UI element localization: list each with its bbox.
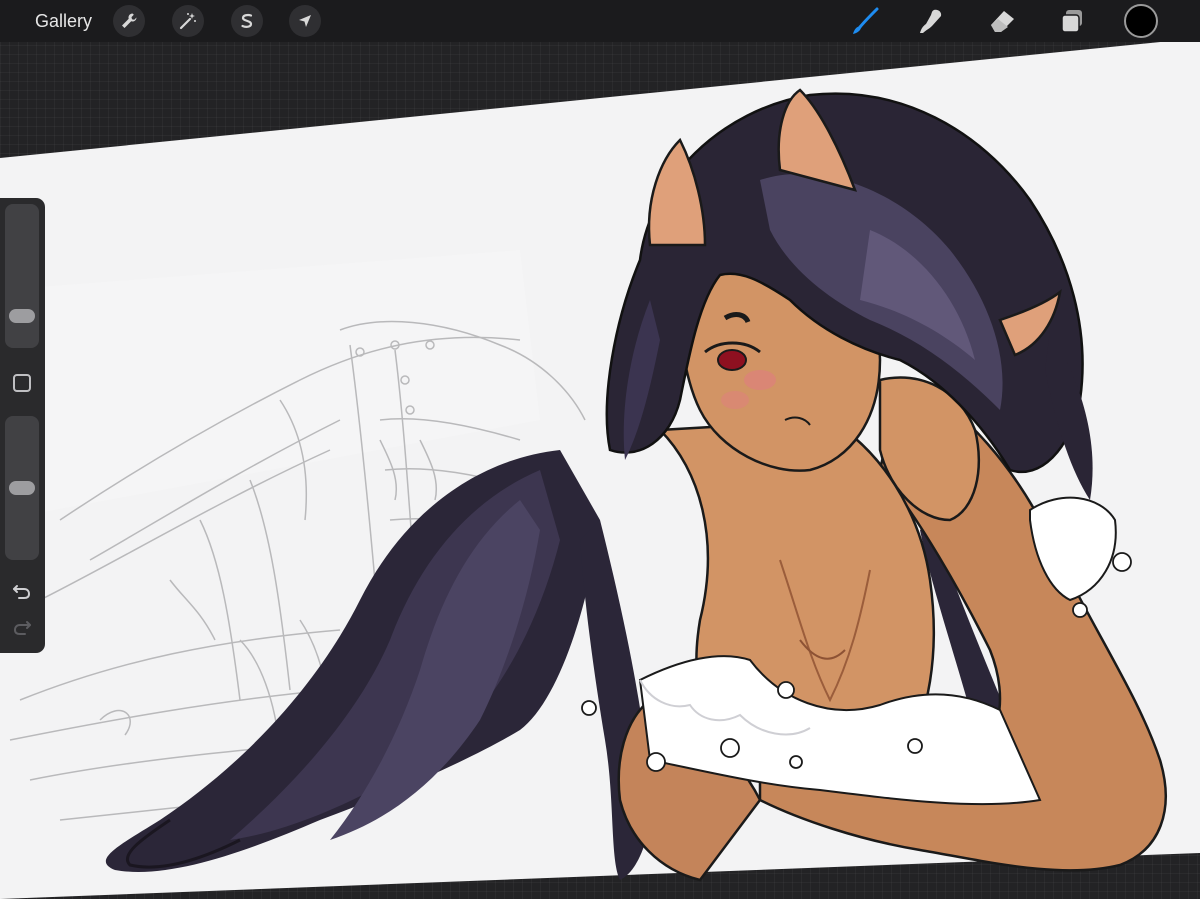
top-toolbar: Gallery: [0, 0, 1200, 42]
selection-s-icon: [238, 12, 256, 30]
undo-icon: [12, 582, 32, 605]
opacity-slider[interactable]: [5, 416, 39, 560]
opacity-thumb[interactable]: [9, 481, 35, 495]
eraser-button[interactable]: [984, 3, 1020, 39]
left-sidebar: [0, 198, 45, 653]
smudge-button[interactable]: [914, 3, 950, 39]
arrow-cursor-icon: [296, 12, 314, 30]
modify-button[interactable]: [13, 374, 31, 392]
layers-icon: [1057, 6, 1087, 36]
artwork[interactable]: [0, 0, 1200, 899]
redo-button[interactable]: [10, 618, 34, 640]
layers-button[interactable]: [1054, 3, 1090, 39]
brush-icon: [851, 6, 881, 36]
redo-icon: [12, 618, 32, 641]
undo-button[interactable]: [10, 582, 34, 604]
color-picker-button[interactable]: [1124, 4, 1158, 38]
brush-size-slider[interactable]: [5, 204, 39, 348]
canvas[interactable]: [0, 0, 1200, 899]
magic-wand-icon: [179, 12, 197, 30]
smudge-icon: [917, 6, 947, 36]
brush-size-thumb[interactable]: [9, 309, 35, 324]
wrench-icon: [120, 12, 138, 30]
transform-button[interactable]: [289, 5, 321, 37]
brush-button[interactable]: [848, 3, 884, 39]
actions-button[interactable]: [113, 5, 145, 37]
adjustments-button[interactable]: [172, 5, 204, 37]
selection-button[interactable]: [231, 5, 263, 37]
eraser-icon: [987, 6, 1017, 36]
gallery-button[interactable]: Gallery: [35, 10, 92, 32]
